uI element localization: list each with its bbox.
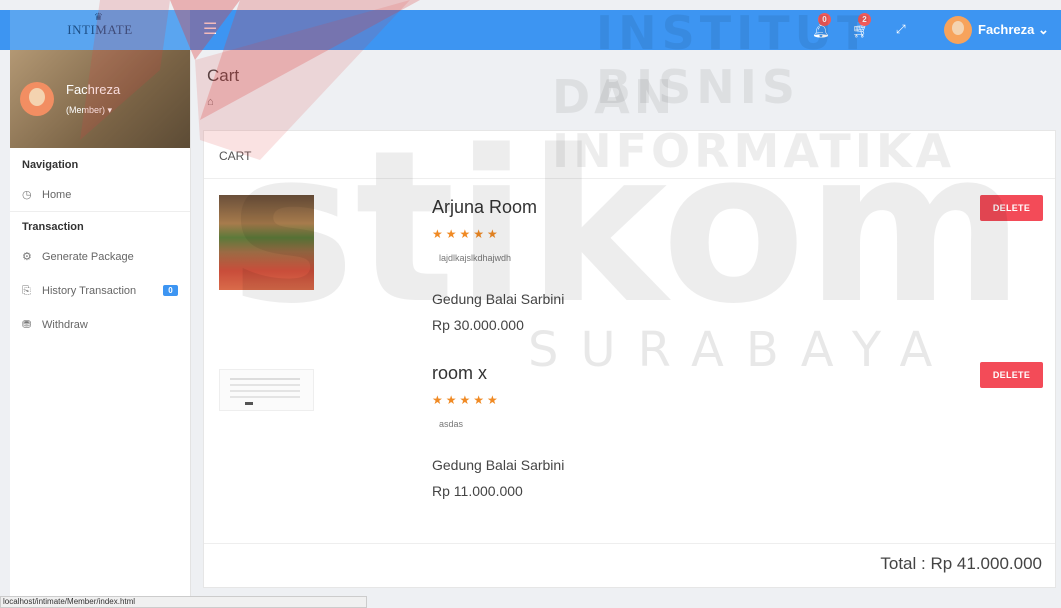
withdraw-icon: ⛃ [22, 318, 32, 331]
clock-icon: ◷ [22, 188, 32, 201]
user-menu[interactable]: Fachreza ⌄ [944, 16, 1049, 44]
rating-stars: ★★★★★ [432, 393, 501, 407]
sidebar-item-label: Generate Package [42, 250, 134, 263]
crown-icon: ♛ [94, 12, 104, 23]
item-price: Rp 30.000.000 [432, 317, 524, 333]
menu-toggle-icon[interactable]: ☰ [203, 20, 217, 40]
avatar [944, 16, 972, 44]
sidebar-item-history-transaction[interactable]: ⎘ History Transaction 0 [10, 274, 190, 308]
home-icon[interactable]: ⌂ [207, 96, 214, 108]
sidebar-item-home[interactable]: ◷ Home [10, 178, 190, 212]
history-badge: 0 [163, 285, 178, 296]
top-navbar: ♛ INTIMATE ☰ 🔔︎ 0 🛒︎ 2 ⤢ Fachreza ⌄ [0, 10, 1061, 50]
item-name: Arjuna Room [432, 197, 538, 217]
item-description: asdas [439, 419, 464, 429]
sidebar-item-label: Withdraw [42, 318, 88, 331]
room-thumbnail [219, 369, 314, 411]
cart-header: CART [204, 131, 1055, 179]
status-bar-url: localhost/intimate/Member/index.html [0, 596, 367, 608]
nav-heading: Navigation [22, 159, 79, 171]
cart-footer: Total : Rp 41.000.000 [204, 543, 1055, 588]
profile-avatar [20, 82, 54, 116]
item-venue: Gedung Balai Sarbini [432, 291, 565, 307]
item-price: Rp 11.000.000 [432, 483, 523, 499]
item-name: room x [432, 363, 488, 383]
cart-card: CART Arjuna Room ★★★★★ lajdlkajslkdhajwd… [203, 130, 1056, 588]
room-thumbnail [219, 195, 314, 290]
profile-name: Fachreza [66, 82, 121, 97]
sidebar: Fachreza (Member) ▾ Navigation ◷ Home Tr… [10, 50, 191, 608]
fullscreen-icon[interactable]: ⤢ [896, 22, 906, 37]
logo-text: INTIMATE [67, 22, 133, 37]
cart-button[interactable]: 🛒︎ 2 [852, 13, 871, 39]
user-name: Fachreza ⌄ [978, 22, 1049, 37]
item-description: lajdlkajslkdhajwdh [439, 253, 512, 263]
delete-button[interactable]: DELETE [980, 195, 1043, 221]
profile-role-dropdown[interactable]: (Member) ▾ [66, 105, 112, 116]
history-icon: ⎘ [22, 284, 31, 297]
item-venue: Gedung Balai Sarbini [432, 457, 565, 473]
notification-button[interactable]: 🔔︎ 0 [812, 13, 831, 39]
notification-badge: 0 [818, 13, 831, 26]
cart-badge: 2 [858, 13, 871, 26]
delete-button[interactable]: DELETE [980, 362, 1043, 388]
page-title: Cart [207, 66, 240, 85]
user-profile-panel: Fachreza (Member) ▾ [10, 50, 190, 148]
sidebar-item-withdraw[interactable]: ⛃ Withdraw [10, 308, 190, 342]
sidebar-item-label: Home [42, 188, 72, 201]
cart-total: Total : Rp 41.000.000 [880, 554, 1042, 573]
package-icon: ⚙ [22, 250, 32, 263]
rating-stars: ★★★★★ [432, 227, 501, 241]
app-logo[interactable]: ♛ INTIMATE [10, 10, 190, 50]
sidebar-item-generate-package[interactable]: ⚙ Generate Package [10, 240, 190, 274]
sidebar-item-label: History Transaction [42, 284, 137, 297]
transaction-heading: Transaction [22, 221, 84, 233]
